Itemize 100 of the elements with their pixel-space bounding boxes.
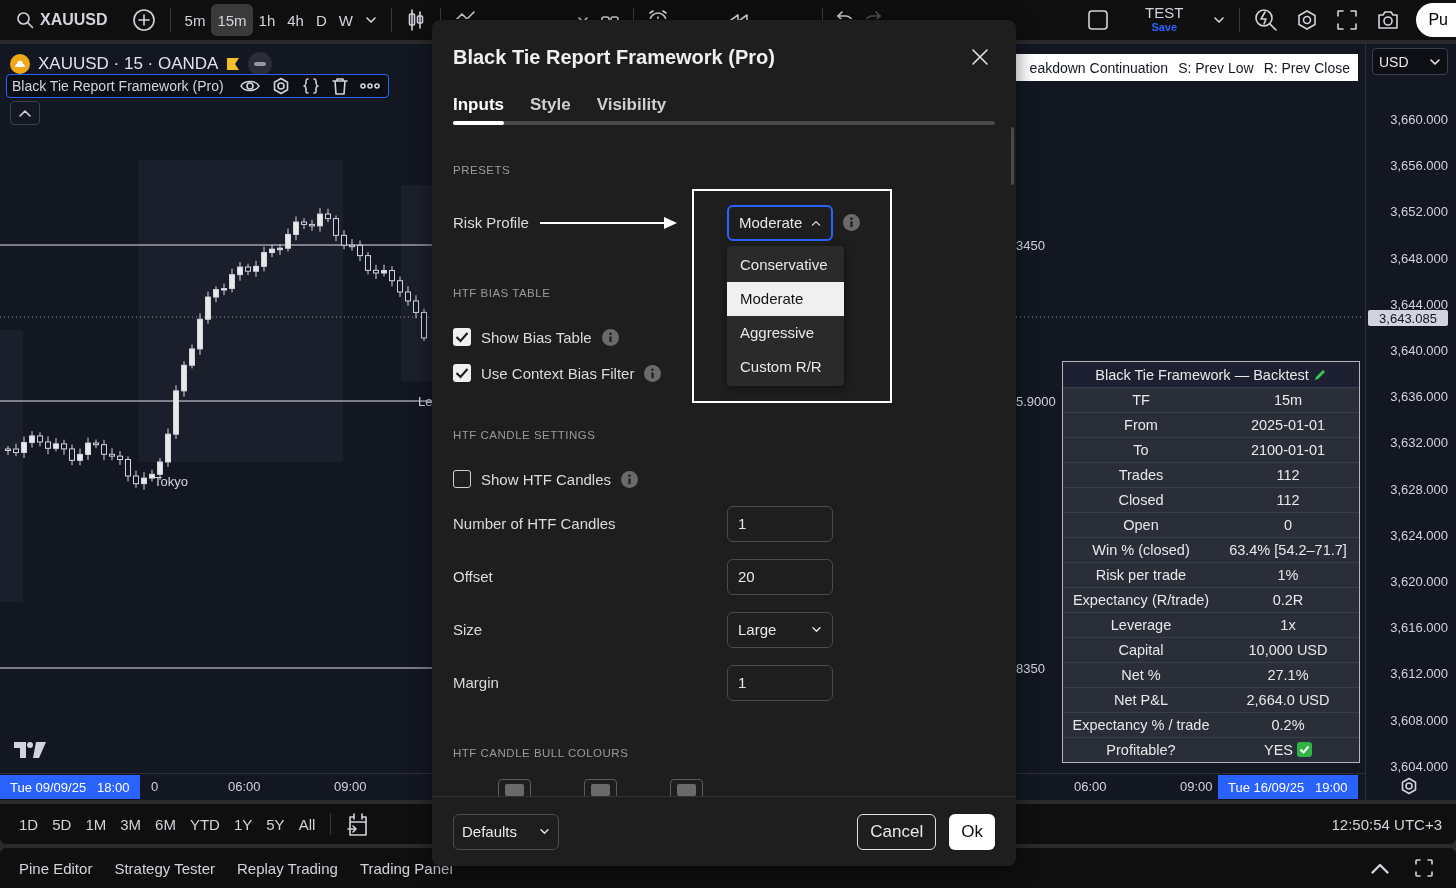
- alarm-clock-icon: [648, 10, 668, 19]
- number-field[interactable]: 1: [727, 664, 833, 701]
- range-button[interactable]: 5D: [45, 809, 79, 839]
- checkbox[interactable]: [453, 364, 471, 382]
- interval-button[interactable]: 1h: [252, 4, 282, 36]
- trash-icon[interactable]: [331, 77, 348, 95]
- indicator-legend[interactable]: Black Tie Report Framework (Pro): [6, 74, 389, 98]
- panel-tab[interactable]: Replay Trading: [226, 852, 349, 884]
- dropdown-option[interactable]: Custom R/R: [727, 349, 844, 384]
- select-field[interactable]: Moderate: [727, 204, 833, 241]
- more-icon[interactable]: [359, 83, 380, 89]
- price-label: 3,604.000: [1390, 760, 1448, 773]
- candlestick-icon: [406, 8, 426, 32]
- date-badge: Tue 09/09/25 18:00: [0, 775, 140, 799]
- range-button[interactable]: 5Y: [259, 809, 292, 839]
- panel-tab[interactable]: Pine Editor: [8, 852, 104, 884]
- collapse-button[interactable]: [10, 101, 40, 125]
- number-field[interactable]: 20: [727, 558, 833, 595]
- dropdown-option[interactable]: Aggressive: [727, 315, 844, 350]
- scrollbar-thumb[interactable]: [1011, 127, 1014, 185]
- range-button[interactable]: YTD: [182, 809, 227, 839]
- symbol-legend: XAUUSD · 15 · OANDA: [38, 54, 219, 74]
- info-icon[interactable]: [644, 364, 662, 382]
- table-cell-text: Risk per trade: [1094, 567, 1188, 583]
- range-button[interactable]: 3M: [113, 809, 149, 839]
- dropdown-option[interactable]: Conservative: [727, 247, 844, 282]
- defaults-button[interactable]: Defaults: [453, 813, 559, 850]
- interval-button[interactable]: D: [309, 4, 333, 36]
- candle: [125, 455, 131, 482]
- currency-select[interactable]: USD: [1372, 48, 1448, 75]
- dialog-tab[interactable]: Style: [530, 91, 571, 115]
- checkbox[interactable]: [453, 470, 471, 488]
- interval-button[interactable]: 4h: [281, 4, 310, 36]
- panel-tab[interactable]: Trading Panel: [348, 852, 464, 884]
- candle: [381, 264, 387, 277]
- dialog-title: Black Tie Report Framework (Pro): [453, 45, 775, 69]
- time-label: 09:00: [334, 780, 367, 794]
- range-button[interactable]: 1D: [12, 809, 46, 839]
- eye-icon[interactable]: [239, 79, 260, 93]
- table-cell: 1x: [1280, 617, 1296, 633]
- table-cell: 0: [1283, 517, 1293, 533]
- price-label: 3,616.000: [1390, 622, 1448, 635]
- candle: [133, 470, 139, 489]
- symbol-search-button[interactable]: XAUUSD: [10, 4, 114, 36]
- dropdown-option[interactable]: Moderate: [727, 281, 844, 316]
- range-button[interactable]: 6M: [148, 809, 183, 839]
- price-label: 3,656.000: [1390, 160, 1448, 173]
- clock-text[interactable]: 12:50:54 UTC+3: [1331, 815, 1442, 833]
- range-button[interactable]: All: [291, 809, 323, 839]
- candle: [61, 439, 67, 456]
- interval-button[interactable]: W: [332, 4, 359, 36]
- candle: [341, 229, 347, 250]
- dialog-tab[interactable]: Inputs: [453, 91, 504, 115]
- candle: [365, 251, 371, 275]
- select-field[interactable]: Large: [727, 611, 833, 648]
- publish-button[interactable]: Pu: [1416, 3, 1456, 37]
- chevron-up-icon: [1369, 862, 1391, 874]
- panel-tab[interactable]: Strategy Tester: [103, 852, 226, 884]
- checkbox[interactable]: [453, 328, 471, 346]
- candle: [37, 431, 43, 447]
- checkbox-label: Show Bias Table: [481, 328, 592, 346]
- plus-icon: [131, 8, 156, 32]
- candle: [197, 312, 203, 356]
- info-icon[interactable]: [601, 328, 619, 346]
- caret-icon: [539, 828, 550, 835]
- logo-icon: [14, 742, 46, 758]
- candle: [309, 219, 315, 232]
- checkbox-label: Show HTF Candles: [481, 470, 612, 488]
- level-label: 8350: [1016, 662, 1045, 676]
- candle: [405, 285, 411, 307]
- interval-button[interactable]: 5m: [178, 4, 212, 36]
- minimize-icon[interactable]: [248, 52, 273, 76]
- date-badge: Tue 16/09/25 19:00: [1218, 775, 1358, 799]
- dialog-tab[interactable]: Visibility: [596, 91, 667, 115]
- section-heading: PRESETS: [453, 163, 511, 178]
- cancel-button[interactable]: Cancel: [857, 813, 937, 850]
- flag-icon[interactable]: [226, 57, 241, 71]
- info-icon[interactable]: [843, 214, 860, 231]
- candle: [413, 294, 419, 319]
- ok-button[interactable]: Ok: [949, 813, 995, 850]
- info-icon[interactable]: [621, 470, 639, 488]
- table-cell-text: To: [1132, 442, 1150, 458]
- candle: [21, 436, 27, 459]
- settings-icon[interactable]: [271, 77, 290, 95]
- candle: [149, 469, 155, 483]
- range-button[interactable]: 1M: [78, 809, 114, 839]
- number-field[interactable]: 1: [727, 505, 833, 542]
- close-icon: [971, 48, 989, 66]
- session-label: Tokyo: [154, 475, 188, 489]
- layout-save-button[interactable]: TEST Save: [1135, 2, 1194, 38]
- candle: [301, 217, 307, 230]
- interval-button[interactable]: 15m: [211, 4, 253, 36]
- range-button[interactable]: 1Y: [226, 809, 260, 839]
- close-button[interactable]: [971, 48, 989, 66]
- redo-icon: [865, 11, 881, 19]
- code-braces-icon[interactable]: [301, 77, 320, 95]
- price-label: 3,660.000: [1390, 114, 1448, 126]
- candle: [205, 291, 211, 325]
- table-cell: 2100-01-01: [1250, 442, 1326, 458]
- table-cell: 112: [1276, 492, 1300, 508]
